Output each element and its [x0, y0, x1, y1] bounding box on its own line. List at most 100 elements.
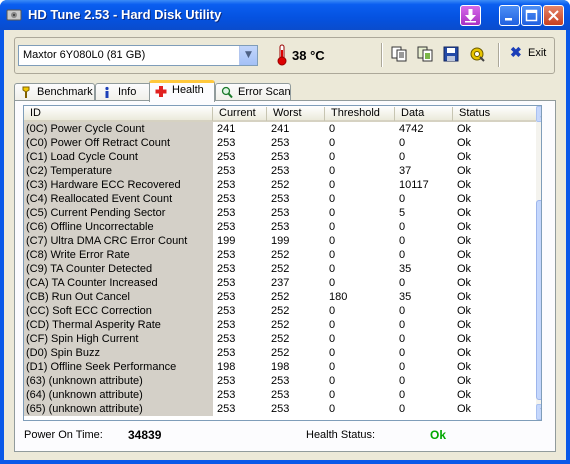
scroll-up-button[interactable]: ▲ [536, 106, 541, 122]
threshold-value: 0 [329, 389, 336, 401]
attribute-id: (65) (unknown attribute) [24, 402, 213, 416]
table-row[interactable]: (C6) Offline Uncorrectable 253 253 0 0 Ok [24, 220, 536, 234]
column-header-current[interactable]: Current [213, 107, 267, 121]
table-row[interactable]: (CB) Run Out Cancel 253 252 180 35 Ok [24, 290, 536, 304]
table-row[interactable]: (0C) Power Cycle Count 241 241 0 4742 Ok [24, 122, 536, 136]
status-value: Ok [457, 207, 472, 219]
raw-data-value: 0 [399, 403, 406, 415]
threshold-value: 0 [329, 235, 336, 247]
options-icon[interactable] [468, 45, 486, 63]
worst-value: 252 [271, 263, 290, 275]
raw-data-value: 0 [399, 347, 406, 359]
save-icon[interactable] [442, 45, 460, 63]
copy-icon[interactable] [390, 45, 408, 63]
scroll-grip-icon [541, 304, 542, 306]
chevron-down-icon[interactable]: ▼ [239, 46, 257, 65]
current-value: 253 [217, 319, 236, 331]
raw-data-value: 35 [399, 291, 412, 303]
drive-select[interactable]: Maxtor 6Y080L0 (81 GB) ▼ [18, 45, 258, 66]
table-row[interactable]: (D1) Offline Seek Performance 198 198 0 0 Ok [24, 360, 536, 374]
current-value: 253 [217, 263, 236, 275]
attribute-id: (63) (unknown attribute) [24, 374, 213, 388]
tab-benchmark[interactable]: Benchmark [14, 83, 95, 101]
maximize-button[interactable] [521, 5, 542, 26]
raw-data-value: 0 [399, 277, 406, 289]
status-value: Ok [457, 263, 472, 275]
current-value: 253 [217, 389, 236, 401]
current-value: 253 [217, 347, 236, 359]
copy-all-icon[interactable] [416, 45, 434, 63]
tab-health[interactable]: Health [149, 80, 215, 102]
table-row[interactable]: (CC) Soft ECC Correction 253 252 0 0 Ok [24, 304, 536, 318]
title-bar[interactable]: HD Tune 2.53 - Hard Disk Utility [0, 0, 570, 30]
table-row[interactable]: (C4) Reallocated Event Count 253 253 0 0 Ok [24, 192, 536, 206]
table-row[interactable]: (C3) Hardware ECC Recovered 253 252 0 10117 O… [24, 178, 536, 192]
current-value: 253 [217, 193, 236, 205]
table-row[interactable]: (CD) Thermal Asperity Rate 253 252 0 0 Ok [24, 318, 536, 332]
attribute-id: (D1) Offline Seek Performance [24, 360, 213, 374]
status-value: Ok [457, 403, 472, 415]
table-row[interactable]: (C8) Write Error Rate 253 252 0 0 Ok [24, 248, 536, 262]
temperature-value: 38 °C [292, 48, 325, 63]
close-icon [548, 10, 559, 21]
attribute-id: (C1) Load Cycle Count [24, 150, 213, 164]
current-value: 253 [217, 207, 236, 219]
close-button[interactable] [543, 5, 564, 26]
threshold-value: 0 [329, 207, 336, 219]
threshold-value: 0 [329, 319, 336, 331]
tab-health-label: Health [172, 84, 204, 96]
threshold-value: 0 [329, 179, 336, 191]
status-value: Ok [457, 291, 472, 303]
threshold-value: 0 [329, 361, 336, 373]
tab-benchmark-label: Benchmark [37, 86, 93, 98]
column-header-threshold[interactable]: Threshold [325, 107, 395, 121]
smart-attribute-table[interactable]: ID Current Worst Threshold Data Status (… [23, 105, 542, 421]
table-row[interactable]: (C1) Load Cycle Count 253 253 0 0 Ok [24, 150, 536, 164]
attribute-id: (C4) Reallocated Event Count [24, 192, 213, 206]
table-row[interactable]: (63) (unknown attribute) 253 253 0 0 Ok [24, 374, 536, 388]
attribute-id: (C8) Write Error Rate [24, 248, 213, 262]
worst-value: 252 [271, 347, 290, 359]
column-header-id[interactable]: ID [24, 107, 213, 121]
worst-value: 253 [271, 375, 290, 387]
vertical-scrollbar[interactable]: ▲ ▼ [536, 106, 542, 420]
table-row[interactable]: (CF) Spin High Current 253 252 0 0 Ok [24, 332, 536, 346]
column-header-status[interactable]: Status [453, 107, 536, 121]
attribute-id: (CC) Soft ECC Correction [24, 304, 213, 318]
table-row[interactable]: (C2) Temperature 253 253 0 37 Ok [24, 164, 536, 178]
minimize-button[interactable] [499, 5, 520, 26]
health-cross-icon [155, 86, 167, 97]
tab-error-scan-label: Error Scan [238, 86, 291, 98]
tab-info[interactable]: Info [95, 83, 151, 101]
raw-data-value: 0 [399, 235, 406, 247]
current-value: 253 [217, 151, 236, 163]
status-value: Ok [457, 347, 472, 359]
table-row[interactable]: (CA) TA Counter Increased 253 237 0 0 Ok [24, 276, 536, 290]
current-value: 253 [217, 249, 236, 261]
raw-data-value: 5 [399, 207, 406, 219]
worst-value: 253 [271, 403, 290, 415]
threshold-value: 0 [329, 123, 336, 135]
table-row[interactable]: (C7) Ultra DMA CRC Error Count 199 199 0 0 Ok [24, 234, 536, 248]
worst-value: 253 [271, 193, 290, 205]
raw-data-value: 0 [399, 137, 406, 149]
table-row[interactable]: (C9) TA Counter Detected 253 252 0 35 Ok [24, 262, 536, 276]
column-header-worst[interactable]: Worst [267, 107, 325, 121]
current-value: 253 [217, 179, 236, 191]
worst-value: 253 [271, 207, 290, 219]
worst-value: 252 [271, 333, 290, 345]
column-header-data[interactable]: Data [395, 107, 453, 121]
power-on-time-label: Power On Time: [24, 429, 103, 441]
tab-error-scan[interactable]: Error Scan [215, 83, 291, 101]
table-row[interactable]: (C0) Power Off Retract Count 253 253 0 0 Ok [24, 136, 536, 150]
table-row[interactable]: (C5) Current Pending Sector 253 253 0 5 Ok [24, 206, 536, 220]
raw-data-value: 35 [399, 263, 412, 275]
current-value: 253 [217, 375, 236, 387]
scrollbar-thumb[interactable] [536, 200, 542, 400]
table-row[interactable]: (D0) Spin Buzz 253 252 0 0 Ok [24, 346, 536, 360]
table-row[interactable]: (65) (unknown attribute) 253 253 0 0 Ok [24, 402, 536, 416]
current-value: 253 [217, 291, 236, 303]
table-row[interactable]: (64) (unknown attribute) 253 253 0 0 Ok [24, 388, 536, 402]
download-button[interactable] [460, 5, 481, 26]
scroll-down-button[interactable]: ▼ [536, 404, 541, 420]
